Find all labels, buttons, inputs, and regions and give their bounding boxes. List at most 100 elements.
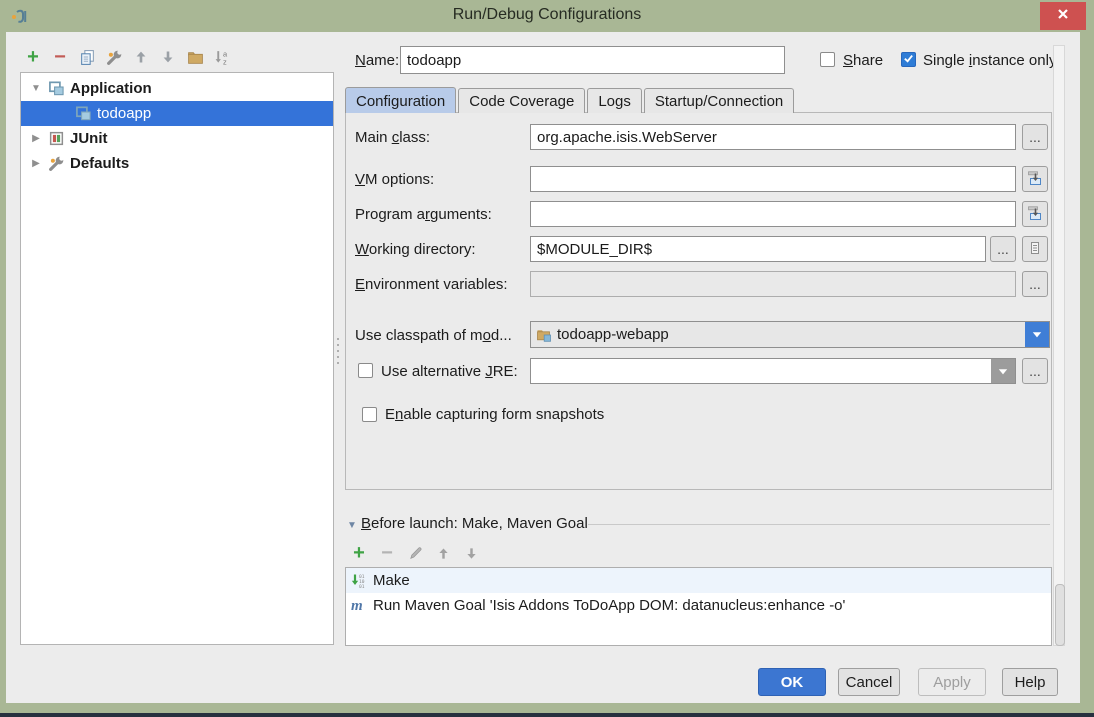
new-folder-icon[interactable] <box>186 48 204 66</box>
window-title: Run/Debug Configurations <box>0 6 1094 24</box>
help-button[interactable]: Help <box>1002 668 1058 696</box>
tree-item-label: Defaults <box>70 155 129 172</box>
make-compile-icon: 01 10 01 <box>351 573 367 589</box>
remove-task-icon[interactable]: − <box>378 544 396 562</box>
task-row-make[interactable]: 01 10 01 Make <box>346 568 1051 593</box>
tree-item-junit[interactable]: ▶ JUnit <box>21 126 333 151</box>
application-icon <box>48 80 65 97</box>
name-input[interactable] <box>400 46 785 74</box>
panel-splitter-handle[interactable] <box>334 332 341 370</box>
task-label: Make <box>373 572 410 589</box>
remove-configuration-icon[interactable]: − <box>51 48 69 66</box>
chevron-down-icon <box>998 363 1008 380</box>
alternative-jre-combobox[interactable] <box>530 358 1016 384</box>
tab-configuration[interactable]: Configuration <box>345 87 456 113</box>
vertical-scrollbar[interactable] <box>1053 45 1065 646</box>
alternative-jre-checkbox-label[interactable]: Use alternative JRE: <box>381 363 518 380</box>
close-icon <box>1056 7 1070 25</box>
svg-text:01: 01 <box>359 584 365 589</box>
chevron-down-icon <box>1032 326 1042 343</box>
configurations-tree: ▼ Application todoapp ▶ JUnit <box>20 72 334 645</box>
titlebar: Run/Debug Configurations <box>0 0 1094 32</box>
tab-code-coverage[interactable]: Code Coverage <box>458 88 585 113</box>
main-class-browse-button[interactable]: ... <box>1022 124 1048 150</box>
working-directory-macro-button[interactable] <box>1022 236 1048 262</box>
expand-triangle-icon[interactable]: ▶ <box>29 158 43 169</box>
scrollbar-thumb[interactable] <box>1055 584 1065 646</box>
sort-configurations-icon[interactable]: a z <box>213 48 231 66</box>
task-label: Run Maven Goal 'Isis Addons ToDoApp DOM:… <box>373 597 845 614</box>
document-list-icon <box>1027 240 1043 259</box>
form-snapshots-checkbox[interactable] <box>362 407 377 422</box>
share-checkbox-label[interactable]: Share <box>843 52 883 69</box>
vm-options-label: VM options: <box>355 171 434 188</box>
name-label: Name: <box>355 52 399 69</box>
task-move-down-icon[interactable] <box>462 544 480 562</box>
tree-item-label: Application <box>70 80 152 97</box>
working-directory-input[interactable] <box>530 236 986 262</box>
move-up-icon[interactable] <box>132 48 150 66</box>
junit-icon <box>48 130 65 147</box>
task-move-up-icon[interactable] <box>434 544 452 562</box>
collapse-triangle-icon[interactable]: ▼ <box>29 83 43 94</box>
tree-item-label: todoapp <box>97 105 151 122</box>
configurations-toolbar: + − a z <box>24 47 231 67</box>
single-instance-checkbox-label[interactable]: Single instance only <box>923 52 1056 69</box>
tab-logs[interactable]: Logs <box>587 88 642 113</box>
alternative-jre-browse-button[interactable]: ... <box>1022 358 1048 384</box>
application-icon <box>75 105 92 122</box>
module-icon <box>536 327 552 343</box>
environment-variables-input[interactable] <box>530 271 1016 297</box>
maven-icon: m <box>351 599 367 613</box>
before-launch-toolbar: + − <box>350 544 480 562</box>
settings-tabs: Configuration Code Coverage Logs Startup… <box>345 87 794 113</box>
add-configuration-icon[interactable]: + <box>24 48 42 66</box>
tree-item-todoapp[interactable]: todoapp <box>21 101 333 126</box>
before-launch-separator <box>588 524 1050 525</box>
svg-text:z: z <box>223 57 227 66</box>
move-down-icon[interactable] <box>159 48 177 66</box>
cancel-button[interactable]: Cancel <box>838 668 900 696</box>
classpath-dropdown-button[interactable] <box>1025 322 1049 347</box>
before-launch-header[interactable]: Before launch: Make, Maven Goal <box>361 515 588 532</box>
vm-options-input[interactable] <box>530 166 1016 192</box>
tab-startup-connection[interactable]: Startup/Connection <box>644 88 794 113</box>
add-task-icon[interactable]: + <box>350 544 368 562</box>
working-directory-browse-button[interactable]: ... <box>990 236 1016 262</box>
working-directory-label: Working directory: <box>355 241 476 258</box>
apply-button[interactable]: Apply <box>918 668 986 696</box>
main-class-label: Main class: <box>355 129 430 146</box>
jre-dropdown-button[interactable] <box>991 359 1015 383</box>
expand-field-icon <box>1027 170 1043 189</box>
single-instance-checkbox[interactable] <box>901 52 916 67</box>
vm-options-expand-button[interactable] <box>1022 166 1048 192</box>
program-arguments-label: Program arguments: <box>355 206 492 223</box>
classpath-module-value: todoapp-webapp <box>557 326 669 343</box>
share-checkbox[interactable] <box>820 52 835 67</box>
expand-field-icon <box>1027 205 1043 224</box>
classpath-module-label: Use classpath of mod... <box>355 327 512 344</box>
alternative-jre-checkbox[interactable] <box>358 363 373 378</box>
close-button[interactable] <box>1040 2 1086 30</box>
before-launch-task-list: 01 10 01 Make m Run Maven Goal 'Isis Add… <box>345 567 1052 646</box>
window-bottom-edge <box>0 713 1094 717</box>
checkmark-icon <box>903 51 914 68</box>
program-arguments-input[interactable] <box>530 201 1016 227</box>
tree-item-application[interactable]: ▼ Application <box>21 76 333 101</box>
edit-defaults-wrench-icon[interactable] <box>105 48 123 66</box>
environment-variables-browse-button[interactable]: ... <box>1022 271 1048 297</box>
form-snapshots-checkbox-label[interactable]: Enable capturing form snapshots <box>385 406 604 423</box>
main-class-input[interactable] <box>530 124 1016 150</box>
program-arguments-expand-button[interactable] <box>1022 201 1048 227</box>
defaults-wrench-icon <box>48 155 65 172</box>
task-row-maven-goal[interactable]: m Run Maven Goal 'Isis Addons ToDoApp DO… <box>346 593 1051 618</box>
edit-task-pencil-icon[interactable] <box>406 544 424 562</box>
copy-configuration-icon[interactable] <box>78 48 96 66</box>
before-launch-collapse-icon[interactable]: ▼ <box>347 520 357 531</box>
expand-triangle-icon[interactable]: ▶ <box>29 133 43 144</box>
classpath-module-combobox[interactable]: todoapp-webapp <box>530 321 1050 348</box>
environment-variables-label: Environment variables: <box>355 276 508 293</box>
tree-item-label: JUnit <box>70 130 108 147</box>
tree-item-defaults[interactable]: ▶ Defaults <box>21 151 333 176</box>
ok-button[interactable]: OK <box>758 668 826 696</box>
